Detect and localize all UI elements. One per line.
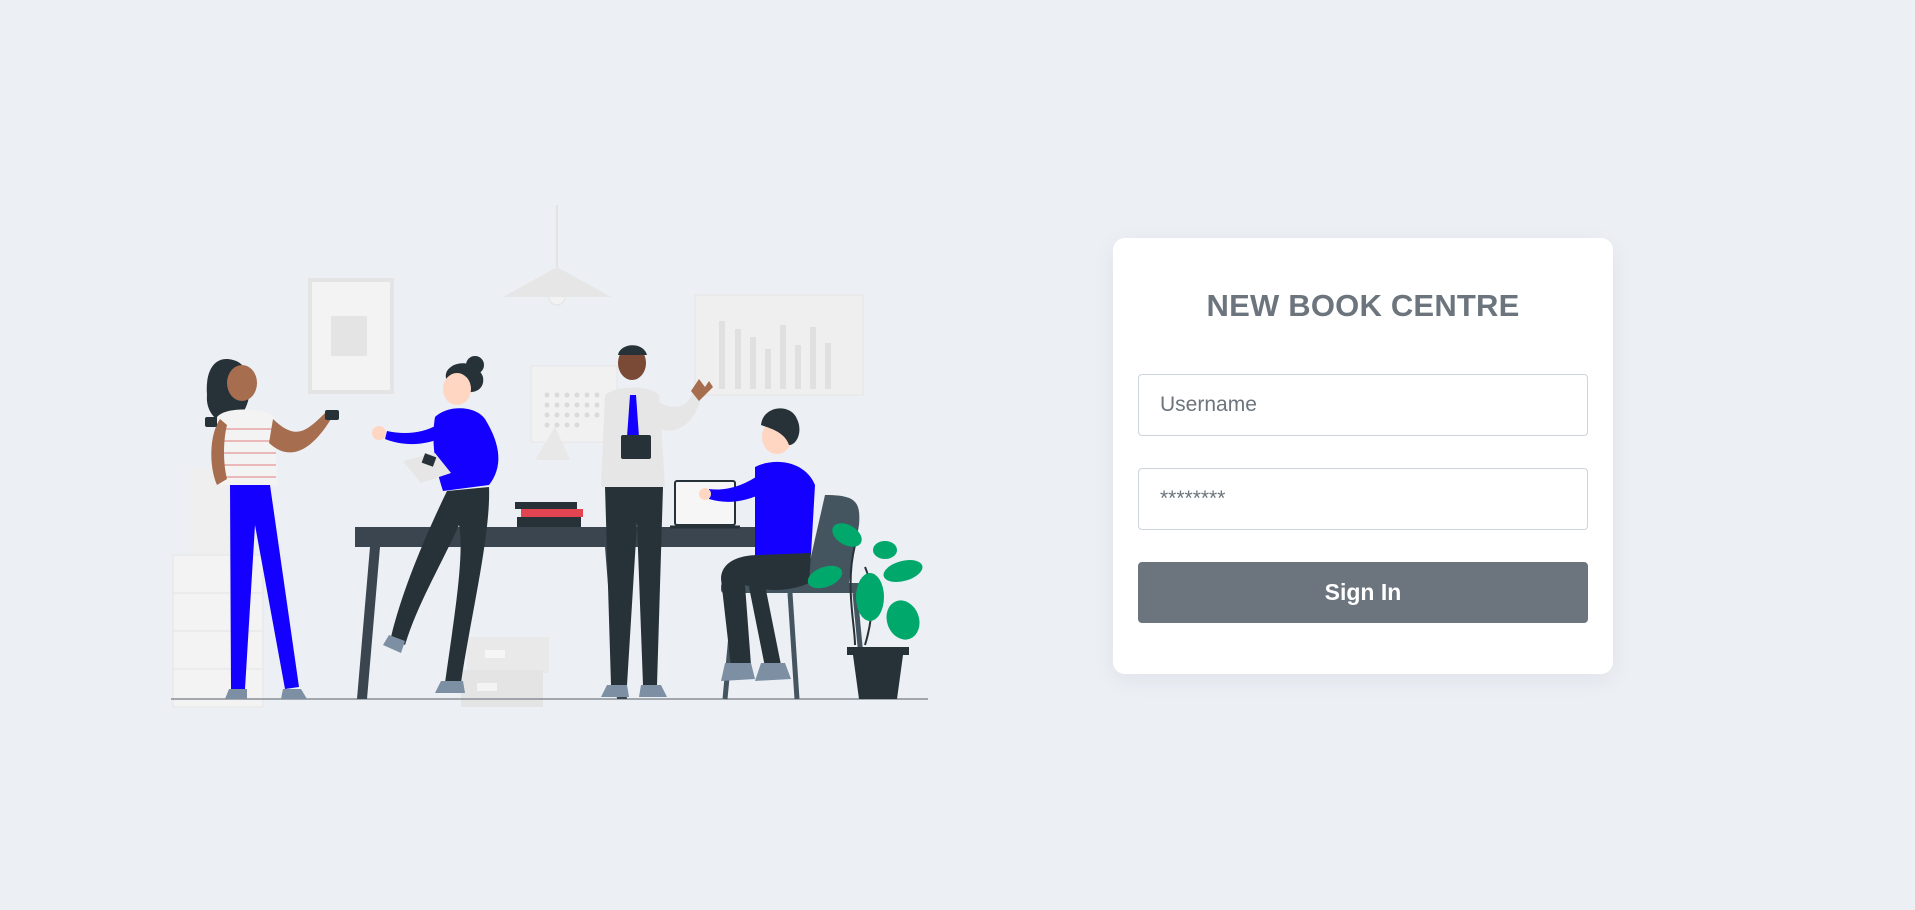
laptop <box>670 480 740 529</box>
username-input[interactable] <box>1138 374 1588 436</box>
app-title: NEW BOOK CENTRE <box>1206 288 1520 323</box>
login-card: NEW BOOK CENTRE Sign In <box>1113 238 1613 674</box>
team-meeting-illustration <box>171 205 928 708</box>
password-input[interactable] <box>1138 468 1588 530</box>
sign-in-button[interactable]: Sign In <box>1138 562 1588 623</box>
books <box>515 502 583 527</box>
login-page: NEW BOOK CENTRE Sign In <box>0 0 1915 910</box>
